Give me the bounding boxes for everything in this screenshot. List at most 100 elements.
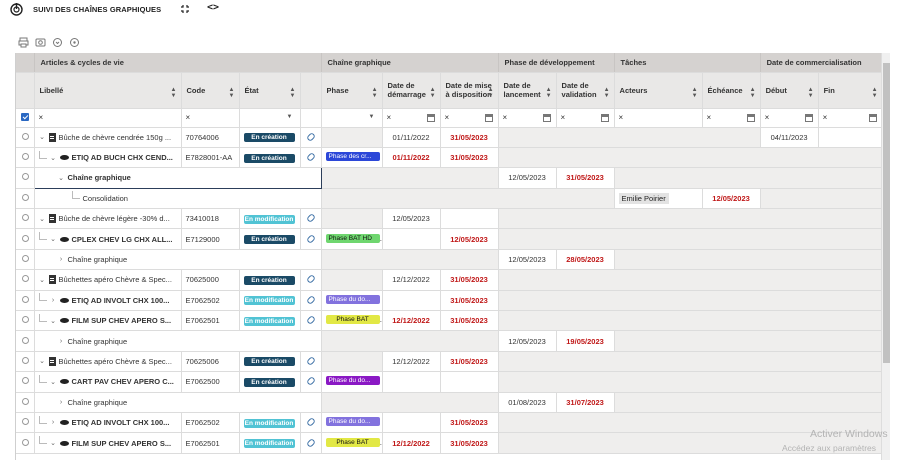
link-icon[interactable] [305,274,316,285]
table-row[interactable]: ⌄ Bûche de chèvre cendrée 150g ... 707640… [16,127,881,148]
calendar-icon[interactable] [746,113,755,122]
sort-icon[interactable]: ▲ ▼ [872,87,878,99]
row-radio[interactable] [22,377,29,385]
chevron-down-icon[interactable]: ⌄ [50,235,57,243]
sort-icon[interactable]: ▲ ▼ [290,87,296,99]
link-icon[interactable] [305,315,316,326]
sort-icon[interactable]: ▲ ▼ [692,87,698,99]
chevron-down-icon[interactable]: ▼ [369,114,377,122]
chevron-down-icon[interactable]: ⌄ [50,378,57,386]
col-code[interactable]: Code ▲ ▼ [181,72,240,109]
calendar-icon[interactable] [426,113,435,122]
row-radio[interactable] [22,295,29,303]
collapse-icon[interactable] [180,4,190,14]
col-validation[interactable]: Date de validation ▲ ▼ [556,72,615,109]
col-echeance[interactable]: Échéance ▲ ▼ [702,72,761,109]
calendar-icon[interactable] [804,113,813,122]
filter-fin[interactable]: × [818,108,881,128]
chevron-down-icon[interactable]: ⌄ [58,174,65,182]
sort-icon[interactable]: ▲ ▼ [808,87,814,99]
col-etat[interactable]: État ▲ ▼ [239,72,301,109]
link-icon[interactable] [305,376,316,387]
filter-validation[interactable]: × [556,108,615,128]
chevron-down-icon[interactable]: ⌄ [39,215,46,223]
row-radio[interactable] [22,234,29,242]
link-icon[interactable] [305,152,316,163]
link-icon[interactable] [305,294,316,305]
calendar-icon[interactable] [600,113,609,122]
sort-icon[interactable]: ▲ ▼ [372,87,378,99]
row-radio[interactable] [22,132,29,140]
chevron-right-icon[interactable]: › [58,256,65,263]
link-icon[interactable] [305,437,316,448]
table-row[interactable]: › Chaîne graphique 12/05/2023 28/05/2023 [16,249,881,271]
table-row[interactable]: › ETIQ AD INVOLT CHX 100... E7062502 En m… [16,412,881,434]
chevron-down-icon[interactable]: ⌄ [50,154,57,162]
row-radio[interactable] [22,153,29,161]
col-lancement[interactable]: Date de lancement ▲ ▼ [498,72,557,109]
row-radio[interactable] [22,316,29,324]
select-all-checkbox[interactable] [21,112,29,121]
table-row[interactable]: Consolidation Emilie Poirier 12/05/2023 [16,188,881,210]
row-radio[interactable] [22,255,29,263]
filter-phase[interactable]: ▼ [321,108,383,128]
sort-icon[interactable]: ▲ ▼ [546,87,552,99]
link-icon[interactable] [305,131,316,142]
col-fin[interactable]: Fin ▲ ▼ [818,72,881,109]
vertical-scrollbar[interactable] [881,53,890,460]
table-row[interactable]: ⌄ FILM SUP CHEV APERO S... E7062501 En mo… [16,432,881,454]
chevron-down-icon[interactable]: ▼ [287,114,295,122]
table-row[interactable]: ⌄ ETIQ AD BUCH CHX CEND... E7828001-AA En… [16,147,881,169]
chevron-down-icon[interactable]: ⌄ [50,439,57,447]
chevron-right-icon[interactable]: › [58,399,65,406]
chevron-right-icon[interactable]: › [58,338,65,345]
row-radio[interactable] [22,275,29,283]
chevron-down-icon[interactable]: ⌄ [39,357,46,365]
filter-mise[interactable]: × [440,108,499,128]
sort-icon[interactable]: ▲ ▼ [750,87,756,99]
table-row[interactable]: ⌄ CPLEX CHEV LG CHX ALL... E7129000 En cr… [16,228,881,250]
table-row[interactable]: ⌄ Chaîne graphique 12/05/2023 31/05/2023 [16,167,881,189]
row-radio[interactable] [22,173,29,181]
sort-icon[interactable]: ▲ ▼ [229,87,235,99]
settings-icon[interactable] [69,37,80,48]
sort-icon[interactable]: ▲ ▼ [488,87,494,99]
chevron-down-icon[interactable]: ⌄ [39,133,46,141]
table-row[interactable]: ⌄ FILM SUP CHEV APERO S... E7062501 En mo… [16,310,881,332]
link-icon[interactable] [305,233,316,244]
filter-lancement[interactable]: × [498,108,557,128]
chevron-down-icon[interactable]: ⌄ [50,317,57,325]
sort-icon[interactable]: ▲ ▼ [430,87,436,99]
table-row[interactable]: ⌄ Bûche de chèvre légère -30% d... 734100… [16,208,881,230]
table-row[interactable]: ⌄ CART PAV CHEV APERO C... E7062500 En cr… [16,371,881,393]
table-row[interactable]: › ETIQ AD INVOLT CHX 100... E7062502 En m… [16,290,881,312]
table-row[interactable]: › Chaîne graphique 12/05/2023 19/05/2023 [16,330,881,352]
link-icon[interactable] [305,213,316,224]
col-demarrage[interactable]: Date de démarrage ▲ ▼ [382,72,441,109]
print-icon[interactable] [18,37,29,48]
sort-icon[interactable]: ▲ ▼ [604,87,610,99]
calendar-icon[interactable] [542,113,551,122]
link-icon[interactable] [305,356,316,366]
filter-libelle[interactable]: × [34,108,182,128]
table-row[interactable]: ⌄ Bûchettes apéro Chèvre & Spec... 706250… [16,351,881,373]
col-acteurs[interactable]: Acteurs ▲ ▼ [614,72,703,109]
col-mise-dispo[interactable]: Date de mise à disposition ▲ ▼ [440,72,499,109]
table-row[interactable]: ⌄ Bûchettes apéro Chèvre & Spec... 706250… [16,269,881,291]
filter-acteurs[interactable]: × [614,108,703,128]
chevron-right-icon[interactable]: › [50,297,57,304]
calendar-icon[interactable] [484,113,493,122]
row-radio[interactable] [22,193,29,201]
filter-debut[interactable]: × [760,108,819,128]
row-radio[interactable] [22,397,29,405]
sort-icon[interactable]: ▲ ▼ [171,87,177,99]
col-libelle[interactable]: Libellé ▲ ▼ [34,72,182,109]
row-radio[interactable] [22,356,29,364]
link-icon[interactable] [305,417,316,428]
row-radio[interactable] [22,438,29,446]
chevron-down-icon[interactable]: ⌄ [39,276,46,284]
filter-echeance[interactable]: × [702,108,761,128]
row-radio[interactable] [22,336,29,344]
filter-demarrage[interactable]: × [382,108,441,128]
row-radio[interactable] [22,418,29,426]
